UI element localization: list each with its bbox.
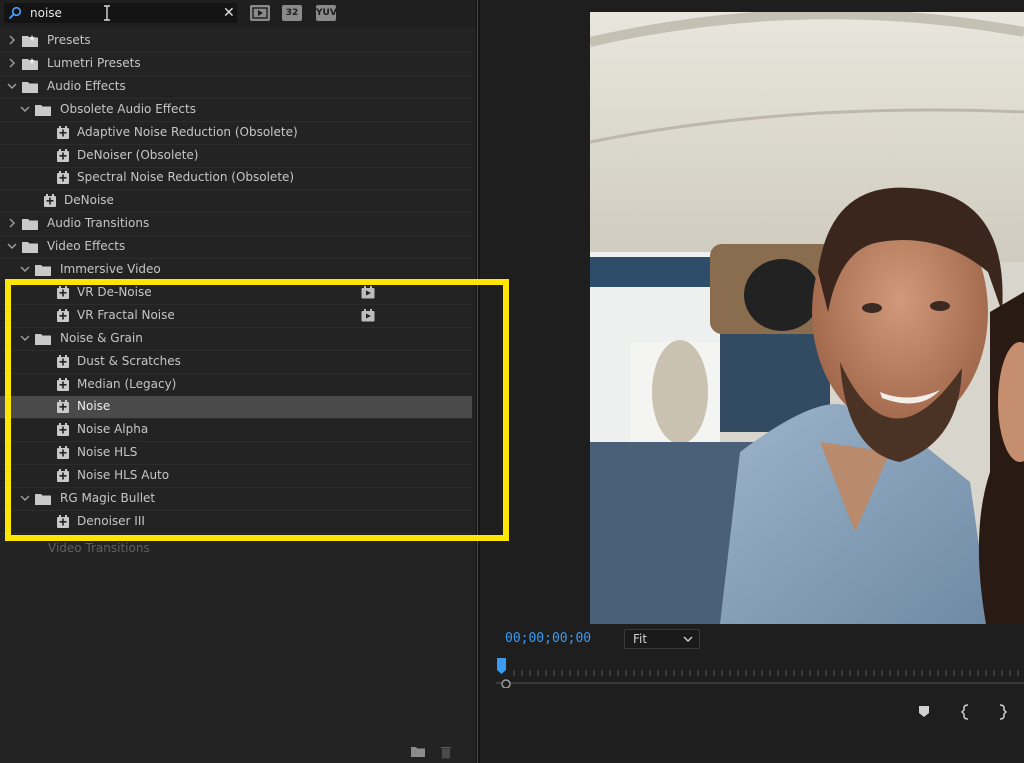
mark-out-button[interactable] bbox=[997, 704, 1007, 720]
search-input[interactable] bbox=[30, 4, 210, 22]
chevron-down-icon bbox=[683, 636, 693, 642]
playhead-icon bbox=[497, 658, 506, 674]
close-icon[interactable]: ✕ bbox=[223, 5, 235, 21]
tree-effect-row[interactable]: DeNoiser (Obsolete) bbox=[0, 145, 472, 168]
mark-in-button[interactable] bbox=[961, 704, 971, 720]
chevron-down-icon[interactable] bbox=[6, 240, 18, 252]
tree-effect-row[interactable]: Spectral Noise Reduction (Obsolete) bbox=[0, 167, 472, 191]
chevron-down-icon[interactable] bbox=[19, 103, 31, 115]
marker-icon bbox=[919, 706, 929, 717]
accelerated-effects-filter-button[interactable] bbox=[250, 5, 270, 21]
tree-row-label: Obsolete Audio Effects bbox=[60, 101, 196, 116]
tree-row-label: Audio Transitions bbox=[47, 216, 150, 231]
folder-icon bbox=[22, 81, 38, 93]
mark-in-icon bbox=[961, 704, 969, 720]
tree-row-label: Lumetri Presets bbox=[47, 55, 141, 70]
playhead-timecode[interactable]: 00;00;00;00 bbox=[505, 631, 591, 646]
tree-row-label: Audio Effects bbox=[47, 78, 126, 93]
time-ruler[interactable] bbox=[496, 658, 1024, 689]
folder-icon bbox=[22, 242, 38, 254]
accelerated-icon bbox=[252, 7, 268, 19]
chevron-right-icon[interactable] bbox=[6, 34, 18, 46]
highlight-rectangle bbox=[5, 279, 509, 541]
tree-row-label: Presets bbox=[47, 33, 91, 47]
tree-row-label: DeNoiser (Obsolete) bbox=[77, 147, 199, 162]
32-bit-filter-button[interactable]: 32 bbox=[282, 5, 302, 21]
tree-row-label[interactable]: Video Transitions bbox=[48, 541, 150, 555]
video-preview[interactable] bbox=[590, 12, 1024, 624]
tree-effect-row[interactable]: Adaptive Noise Reduction (Obsolete) bbox=[0, 122, 472, 145]
folder-icon bbox=[22, 57, 38, 70]
time-ruler-ticks bbox=[496, 658, 1024, 689]
tree-folder-row[interactable]: Lumetri Presets bbox=[0, 53, 472, 76]
tree-row-label: Adaptive Noise Reduction (Obsolete) bbox=[77, 124, 298, 139]
effect-icon bbox=[57, 125, 69, 139]
text-cursor-icon bbox=[104, 5, 110, 21]
effect-icon bbox=[44, 194, 56, 208]
folder-icon bbox=[35, 104, 51, 116]
effect-icon bbox=[57, 148, 69, 162]
tree-row-label: DeNoise bbox=[64, 193, 114, 208]
tree-folder-row[interactable]: Audio Effects bbox=[0, 76, 472, 99]
folder-icon bbox=[35, 265, 51, 276]
tree-folder-row[interactable]: Presets bbox=[0, 30, 472, 53]
new-bin-button[interactable] bbox=[410, 745, 426, 761]
mark-out-icon bbox=[999, 704, 1007, 720]
tree-row-label: Spectral Noise Reduction (Obsolete) bbox=[77, 170, 295, 185]
folder-icon bbox=[22, 35, 38, 47]
folder-icon bbox=[22, 219, 38, 231]
new-bin-icon bbox=[411, 747, 425, 757]
zoom-handle-icon bbox=[501, 679, 511, 689]
tree-effect-row[interactable]: DeNoise bbox=[0, 190, 472, 214]
video-frame-image bbox=[590, 12, 1024, 624]
chevron-down-icon[interactable] bbox=[6, 80, 18, 92]
tree-folder-row[interactable]: Audio Transitions bbox=[0, 213, 472, 237]
delete-button[interactable] bbox=[440, 745, 452, 762]
tree-row-label: Immersive Video bbox=[60, 262, 161, 276]
add-marker-button[interactable] bbox=[917, 704, 931, 718]
chevron-right-icon[interactable] bbox=[6, 57, 18, 69]
chevron-right-icon[interactable] bbox=[6, 217, 18, 229]
search-bar: ✕ 32 YUV bbox=[0, 0, 476, 28]
search-box[interactable]: ✕ bbox=[4, 3, 237, 23]
tree-folder-row[interactable]: Obsolete Audio Effects bbox=[0, 99, 472, 122]
zoom-level-select[interactable]: Fit bbox=[624, 629, 700, 649]
zoom-level-value: Fit bbox=[633, 632, 648, 646]
yuv-filter-button[interactable]: YUV bbox=[316, 5, 337, 21]
trash-icon bbox=[441, 747, 451, 759]
tree-row-label: Video Effects bbox=[47, 239, 126, 254]
chevron-down-icon[interactable] bbox=[19, 263, 31, 275]
tree-folder-row[interactable]: Video Effects bbox=[0, 236, 472, 260]
search-icon[interactable] bbox=[8, 6, 22, 20]
effect-icon bbox=[57, 171, 69, 185]
